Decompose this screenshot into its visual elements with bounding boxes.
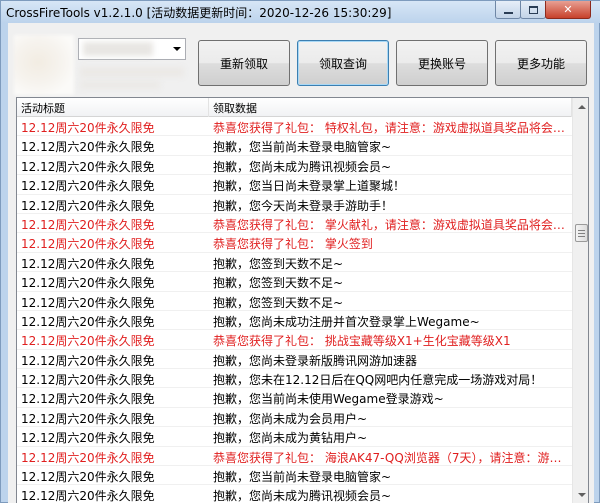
activity-title: 12.12周六20件永久限免 bbox=[21, 450, 155, 465]
list-item[interactable]: 12.12周六20件永久限免 抱歉，您尚未成功注册并首次登录掌上Wegame~ bbox=[17, 311, 572, 331]
claim-result: 抱歉，您尚未成功注册并首次登录掌上Wegame~ bbox=[213, 314, 480, 329]
main-panel: 重新领取 领取查询 更换账号 更多功能 活动标题 领取数据 12.12周六20件… bbox=[8, 23, 594, 503]
scrollbar-thumb[interactable] bbox=[575, 224, 588, 242]
activity-title: 12.12周六20件永久限免 bbox=[21, 179, 155, 194]
list-item[interactable]: 12.12周六20件永久限免 抱歉，您尚未成为黄钻用户~ bbox=[17, 427, 572, 447]
claim-result: 抱歉，您尚未成为腾讯视频会员~ bbox=[213, 489, 392, 503]
avatar bbox=[14, 35, 74, 95]
activity-title: 12.12周六20件永久限免 bbox=[21, 470, 155, 485]
claim-result: 抱歉，您尚未登录新版腾讯网游加速器 bbox=[213, 353, 418, 368]
list-rows: 12.12周六20件永久限免 恭喜您获得了礼包： 特权礼包，请注意：游戏虚拟道具奖… bbox=[17, 117, 572, 503]
minimize-button[interactable] bbox=[495, 1, 521, 19]
claim-result: 恭喜您获得了礼包： 海浪AK47-QQ浏览器（7天），请注意：游戏虚... bbox=[213, 450, 569, 465]
more-functions-button[interactable]: 更多功能 bbox=[495, 40, 587, 86]
close-icon: ✕ bbox=[563, 3, 573, 16]
claim-result: 恭喜您获得了礼包： 掌火签到 bbox=[213, 237, 373, 252]
claim-result: 抱歉，您当日尚未登录掌上道聚城！ bbox=[213, 179, 406, 194]
chevron-down-icon[interactable] bbox=[169, 39, 185, 59]
blurred-info bbox=[80, 67, 184, 77]
list-item[interactable]: 12.12周六20件永久限免 恭喜您获得了礼包： 挑战宝藏等级X1+生化宝藏等级X… bbox=[17, 330, 572, 350]
list-item[interactable]: 12.12周六20件永久限免 抱歉，您当前尚未登录电脑管家~ bbox=[17, 136, 572, 156]
account-select[interactable] bbox=[78, 38, 186, 60]
app-window: CrossFireTools v1.2.1.0 [活动数据更新时间：2020-1… bbox=[0, 0, 600, 503]
maximize-icon bbox=[528, 5, 538, 14]
claim-result: 抱歉，您签到天数不足~ bbox=[213, 256, 344, 271]
account-select-value bbox=[83, 42, 153, 56]
list-item[interactable]: 12.12周六20件永久限免 抱歉，您签到天数不足~ bbox=[17, 292, 572, 311]
list-item[interactable]: 12.12周六20件永久限免 抱歉，您尚未成为会员用户~ bbox=[17, 408, 572, 428]
claim-result: 抱歉，您未在12.12日后在QQ网吧内任意完成一场游戏对局！ bbox=[213, 373, 543, 388]
list-item[interactable]: 12.12周六20件永久限免 恭喜您获得了礼包： 掌火签到 bbox=[17, 233, 572, 253]
list-item[interactable]: 12.12周六20件永久限免 抱歉，您尚未登录新版腾讯网游加速器 bbox=[17, 350, 572, 370]
column-header-data[interactable]: 领取数据 bbox=[213, 100, 257, 116]
claim-result: 抱歉，您签到天数不足~ bbox=[213, 295, 344, 310]
list-item[interactable]: 12.12周六20件永久限免 抱歉，您签到天数不足~ bbox=[17, 272, 572, 292]
activity-title: 12.12周六20件永久限免 bbox=[21, 198, 155, 213]
activity-title: 12.12周六20件永久限免 bbox=[21, 334, 155, 349]
activity-title: 12.12周六20件永久限免 bbox=[21, 373, 155, 388]
claim-result: 抱歉，您今天尚未登录手游助手！ bbox=[213, 198, 394, 213]
activity-title: 12.12周六20件永久限免 bbox=[21, 121, 155, 135]
column-header-title[interactable]: 活动标题 bbox=[21, 100, 65, 116]
activity-title: 12.12周六20件永久限免 bbox=[21, 411, 155, 426]
activity-title: 12.12周六20件永久限免 bbox=[21, 392, 155, 407]
blurred-info bbox=[80, 81, 160, 89]
list-item[interactable]: 12.12周六20件永久限免 抱歉，您签到天数不足~ bbox=[17, 253, 572, 273]
claim-result: 抱歉，您当前尚未使用Wegame登录游戏~ bbox=[213, 392, 444, 407]
arrow-up-icon bbox=[577, 104, 586, 109]
refresh-claim-button[interactable]: 重新领取 bbox=[198, 40, 290, 86]
list-item[interactable]: 12.12周六20件永久限免 抱歉，您当日尚未登录掌上道聚城！ bbox=[17, 175, 572, 195]
claim-result: 抱歉，您当前尚未登录电脑管家~ bbox=[213, 140, 392, 155]
claim-result: 抱歉，您当前尚未登录电脑管家~ bbox=[213, 470, 392, 485]
activity-list[interactable]: 活动标题 领取数据 12.12周六20件永久限免 恭喜您获得了礼包： 特权礼包，请… bbox=[16, 97, 589, 503]
scroll-down-button[interactable] bbox=[573, 486, 588, 503]
activity-title: 12.12周六20件永久限免 bbox=[21, 295, 155, 310]
list-item[interactable]: 12.12周六20件永久限免 恭喜您获得了礼包： 掌火献礼，请注意：游戏虚拟道具奖… bbox=[17, 214, 572, 234]
scroll-up-button[interactable] bbox=[573, 98, 588, 115]
claim-query-button[interactable]: 领取查询 bbox=[297, 40, 389, 86]
close-button[interactable]: ✕ bbox=[545, 1, 591, 19]
claim-result: 抱歉，您签到天数不足~ bbox=[213, 276, 344, 291]
list-header: 活动标题 领取数据 bbox=[17, 98, 572, 117]
minimize-icon bbox=[503, 11, 513, 14]
activity-title: 12.12周六20件永久限免 bbox=[21, 256, 155, 271]
activity-title: 12.12周六20件永久限免 bbox=[21, 159, 155, 174]
list-item[interactable]: 12.12周六20件永久限免 抱歉，您尚未成为腾讯视频会员~ bbox=[17, 156, 572, 176]
claim-result: 抱歉，您尚未成为黄钻用户~ bbox=[213, 431, 368, 446]
list-item[interactable]: 12.12周六20件永久限免 抱歉，您今天尚未登录手游助手！ bbox=[17, 195, 572, 214]
claim-result: 恭喜您获得了礼包： 掌火献礼，请注意：游戏虚拟道具奖品将会在24... bbox=[213, 217, 569, 232]
claim-result: 抱歉，您尚未成为会员用户~ bbox=[213, 411, 368, 426]
list-item[interactable]: 12.12周六20件永久限免 抱歉，您当前尚未登录电脑管家~ bbox=[17, 466, 572, 486]
title-bar[interactable]: CrossFireTools v1.2.1.0 [活动数据更新时间：2020-1… bbox=[1, 1, 600, 23]
list-item[interactable]: 12.12周六20件永久限免 恭喜您获得了礼包： 海浪AK47-QQ浏览器（7天）… bbox=[17, 447, 572, 467]
claim-result: 抱歉，您尚未成为腾讯视频会员~ bbox=[213, 159, 392, 174]
arrow-down-icon bbox=[577, 492, 586, 497]
switch-account-button[interactable]: 更换账号 bbox=[396, 40, 488, 86]
list-item[interactable]: 12.12周六20件永久限免 抱歉，您尚未成为腾讯视频会员~ bbox=[17, 485, 572, 503]
maximize-button[interactable] bbox=[520, 1, 546, 19]
activity-title: 12.12周六20件永久限免 bbox=[21, 431, 155, 446]
claim-result: 恭喜您获得了礼包： 挑战宝藏等级X1+生化宝藏等级X1 bbox=[213, 334, 511, 349]
activity-title: 12.12周六20件永久限免 bbox=[21, 237, 155, 252]
activity-title: 12.12周六20件永久限免 bbox=[21, 353, 155, 368]
claim-result: 恭喜您获得了礼包： 特权礼包，请注意：游戏虚拟道具奖品将会在24... bbox=[213, 121, 569, 135]
activity-title: 12.12周六20件永久限免 bbox=[21, 276, 155, 291]
window-title: CrossFireTools v1.2.1.0 [活动数据更新时间：2020-1… bbox=[6, 6, 392, 20]
list-item[interactable]: 12.12周六20件永久限免 恭喜您获得了礼包： 特权礼包，请注意：游戏虚拟道具奖… bbox=[17, 117, 572, 137]
list-item[interactable]: 12.12周六20件永久限免 抱歉，您未在12.12日后在QQ网吧内任意完成一场游… bbox=[17, 369, 572, 389]
activity-title: 12.12周六20件永久限免 bbox=[21, 217, 155, 232]
activity-title: 12.12周六20件永久限免 bbox=[21, 314, 155, 329]
list-item[interactable]: 12.12周六20件永久限免 抱歉，您当前尚未使用Wegame登录游戏~ bbox=[17, 388, 572, 408]
activity-title: 12.12周六20件永久限免 bbox=[21, 489, 155, 503]
vertical-scrollbar[interactable] bbox=[572, 98, 588, 503]
activity-title: 12.12周六20件永久限免 bbox=[21, 140, 155, 155]
